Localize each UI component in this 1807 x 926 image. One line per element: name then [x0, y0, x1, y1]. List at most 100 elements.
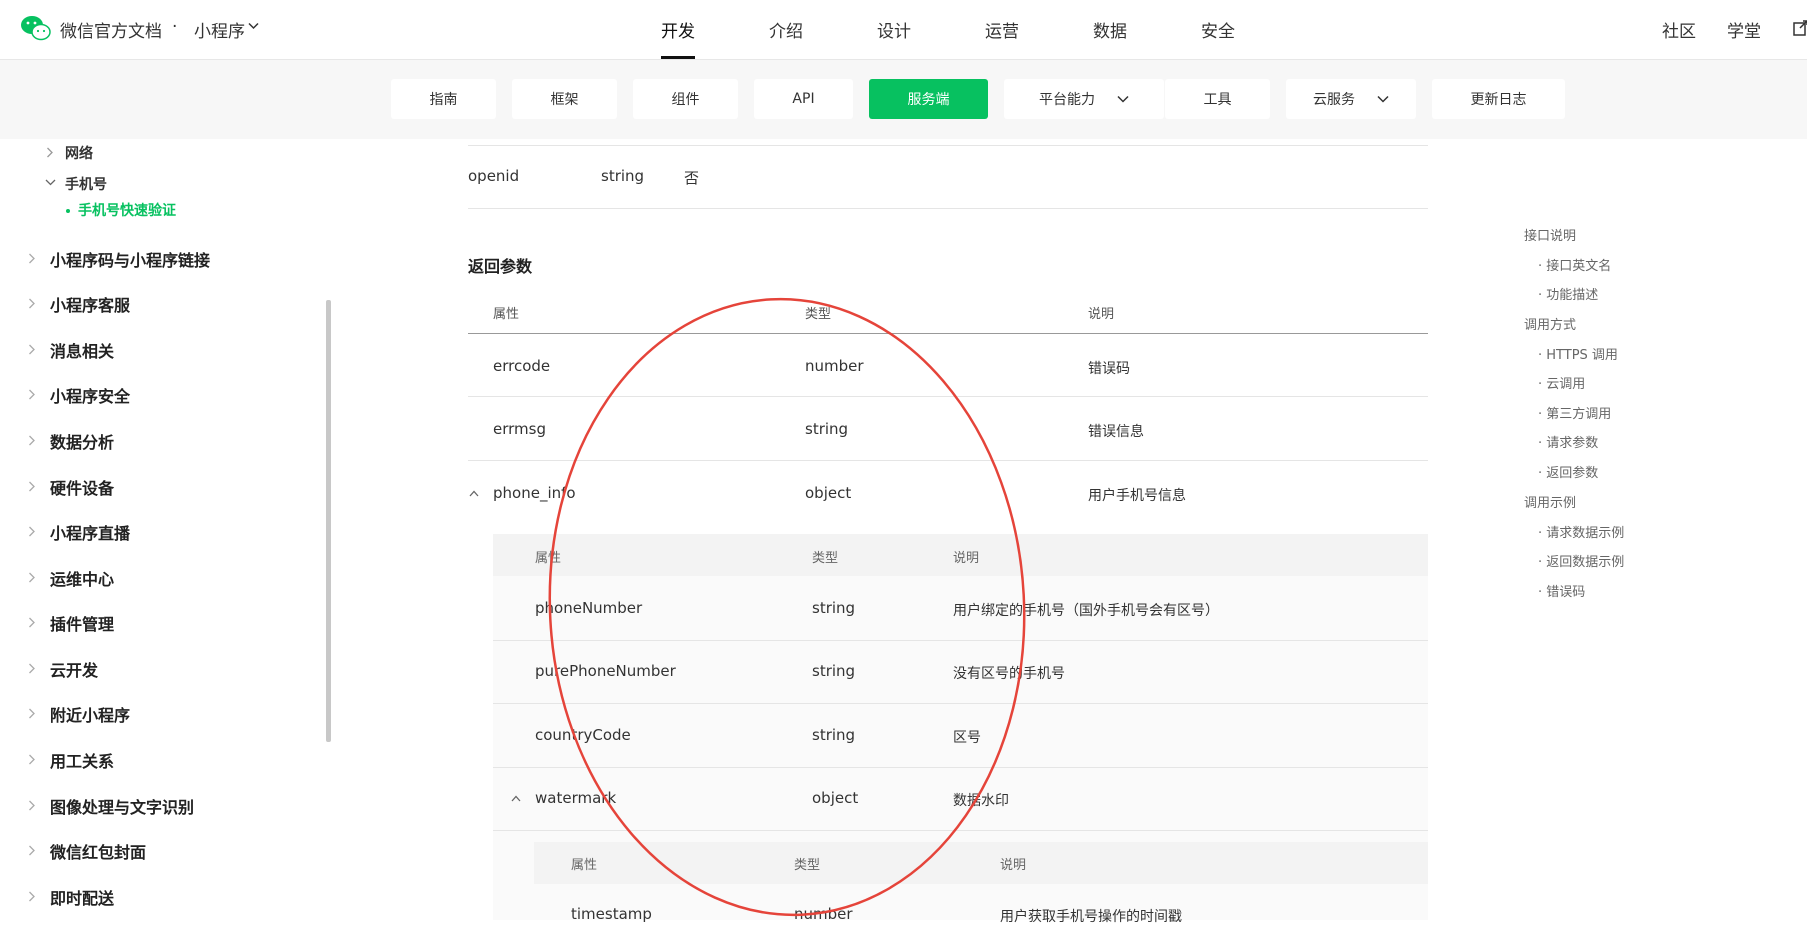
chevron-down-icon	[1377, 95, 1389, 103]
table-row-name: errmsg	[493, 420, 546, 438]
subnav-platform[interactable]: 平台能力	[1004, 79, 1164, 119]
sidebar-item[interactable]: 小程序码与小程序链接	[29, 247, 210, 271]
nav-community[interactable]: 社区	[1662, 17, 1696, 42]
subnav-platform-label: 平台能力	[1039, 92, 1095, 108]
sidebar-item[interactable]: 消息相关	[29, 338, 114, 362]
toc-item-label: 请求参数	[1546, 436, 1599, 451]
table-header-name: 属性	[493, 307, 520, 322]
chevron-right-icon	[29, 253, 35, 264]
sidebar-sub-network[interactable]: 网络	[65, 143, 93, 163]
subnav-framework[interactable]: 框架	[512, 79, 617, 119]
table-row-desc: 数据水印	[953, 793, 1009, 809]
chevron-right-icon	[29, 344, 35, 355]
external-link-icon[interactable]	[1793, 19, 1807, 37]
divider	[493, 830, 1428, 831]
table-row-desc: 没有区号的手机号	[953, 666, 1065, 682]
subnav-server-label: 服务端	[907, 92, 950, 108]
sidebar-item[interactable]: 图像处理与文字识别	[29, 794, 194, 818]
table-row-name: purePhoneNumber	[535, 662, 676, 680]
nav-academy[interactable]: 学堂	[1727, 17, 1761, 42]
sidebar-item-label: 云开发	[50, 661, 99, 680]
chevron-down-icon[interactable]	[45, 179, 56, 186]
sidebar-item[interactable]: 小程序安全	[29, 383, 130, 407]
subnav-framework-label: 框架	[550, 92, 579, 108]
subnav-api[interactable]: API	[754, 79, 853, 119]
toc-item[interactable]: · HTTPS 调用	[1538, 344, 1618, 363]
sidebar-item[interactable]: 运维中心	[29, 566, 115, 590]
sidebar-item-label: 小程序客服	[50, 296, 131, 315]
nav-intro[interactable]: 介绍	[769, 17, 803, 42]
nested2-header-desc: 说明	[1000, 858, 1027, 873]
sidebar-item[interactable]: 用工关系	[29, 748, 114, 772]
sidebar-item[interactable]: 即时配送	[29, 885, 114, 909]
product-switcher[interactable]: 小程序	[194, 17, 245, 42]
nested-header-type: 类型	[812, 551, 839, 566]
subnav-server[interactable]: 服务端	[869, 79, 988, 119]
toc-item[interactable]: · 请求数据示例	[1538, 522, 1624, 541]
chevron-down-icon[interactable]	[248, 22, 259, 30]
wechat-logo-icon[interactable]	[20, 13, 52, 43]
sidebar-item[interactable]: 硬件设备	[29, 475, 114, 499]
toc-item[interactable]: · 返回数据示例	[1538, 551, 1624, 570]
chevron-right-icon	[29, 481, 35, 492]
subnav-tools[interactable]: 工具	[1165, 79, 1270, 119]
nav-data[interactable]: 数据	[1093, 17, 1127, 42]
divider	[493, 703, 1428, 704]
divider	[493, 767, 1428, 768]
sidebar-item-label: 微信红包封面	[50, 843, 147, 862]
subnav-cloud[interactable]: 云服务	[1286, 79, 1416, 119]
sidebar-item[interactable]: 附近小程序	[29, 702, 131, 726]
subnav-components[interactable]: 组件	[633, 79, 738, 119]
subnav-guide[interactable]: 指南	[391, 79, 496, 119]
subnav-guide-label: 指南	[429, 92, 458, 108]
sidebar-item[interactable]: 云开发	[29, 657, 99, 681]
toc-item[interactable]: · 接口英文名	[1538, 255, 1611, 274]
chevron-right-icon	[29, 891, 35, 902]
table-row-type: object	[805, 484, 852, 502]
chevron-right-icon	[29, 389, 35, 400]
sidebar: 网络 手机号 手机号快速验证 小程序码与小程序链接 小程序客服 消息相关 小程序…	[0, 140, 330, 920]
toc-group[interactable]: 接口说明	[1524, 225, 1576, 244]
sidebar-item[interactable]: 数据分析	[29, 429, 114, 453]
sidebar-item[interactable]: 微信红包封面	[29, 839, 147, 863]
sidebar-item[interactable]: 插件管理	[29, 611, 115, 635]
nested2-header-name: 属性	[571, 858, 598, 873]
subnav-changelog-label: 更新日志	[1470, 92, 1527, 108]
active-dot	[66, 209, 70, 213]
toc-item[interactable]: · 错误码	[1538, 581, 1585, 600]
sidebar-item[interactable]: 小程序客服	[29, 292, 131, 316]
sidebar-sub-phone[interactable]: 手机号	[65, 174, 107, 194]
sidebar-item-active[interactable]: 手机号快速验证	[66, 200, 176, 220]
table-row-desc: 区号	[953, 730, 981, 746]
toc-item[interactable]: · 返回参数	[1538, 462, 1598, 481]
table-row-type: object	[812, 789, 859, 807]
nav-operations[interactable]: 运营	[985, 17, 1019, 42]
site-title[interactable]: 微信官方文档	[60, 17, 162, 42]
sidebar-scrollbar[interactable]	[326, 300, 331, 742]
chevron-up-icon[interactable]	[469, 490, 479, 497]
table-row-name: phone_info	[493, 484, 576, 502]
toc-item-label: 功能描述	[1546, 288, 1599, 303]
chevron-right-icon	[29, 800, 35, 811]
table-row-type: string	[812, 726, 856, 744]
chevron-right-icon[interactable]	[46, 147, 53, 158]
table-header-type: 类型	[805, 307, 832, 322]
toc-item[interactable]: · 第三方调用	[1538, 403, 1611, 422]
toc-group[interactable]: 调用方式	[1524, 314, 1576, 333]
nav-security[interactable]: 安全	[1201, 17, 1235, 42]
sidebar-item-label: 运维中心	[50, 570, 115, 589]
sidebar-item[interactable]: 小程序直播	[29, 520, 130, 544]
toc-group[interactable]: 调用示例	[1524, 492, 1576, 511]
toc-item[interactable]: · 功能描述	[1538, 284, 1598, 303]
sidebar-item-label: 插件管理	[50, 615, 115, 634]
chevron-up-icon[interactable]	[511, 795, 521, 802]
toc-item-label: HTTPS 调用	[1546, 348, 1618, 363]
sidebar-item-label: 附近小程序	[50, 706, 131, 725]
nav-design[interactable]: 设计	[877, 17, 911, 42]
chevron-right-icon	[29, 298, 35, 309]
subnav-changelog[interactable]: 更新日志	[1432, 79, 1565, 119]
toc-item[interactable]: · 云调用	[1538, 373, 1585, 392]
toc-item[interactable]: · 请求参数	[1538, 432, 1598, 451]
nav-develop[interactable]: 开发	[661, 17, 695, 42]
sidebar-item-active-label: 手机号快速验证	[78, 203, 176, 219]
